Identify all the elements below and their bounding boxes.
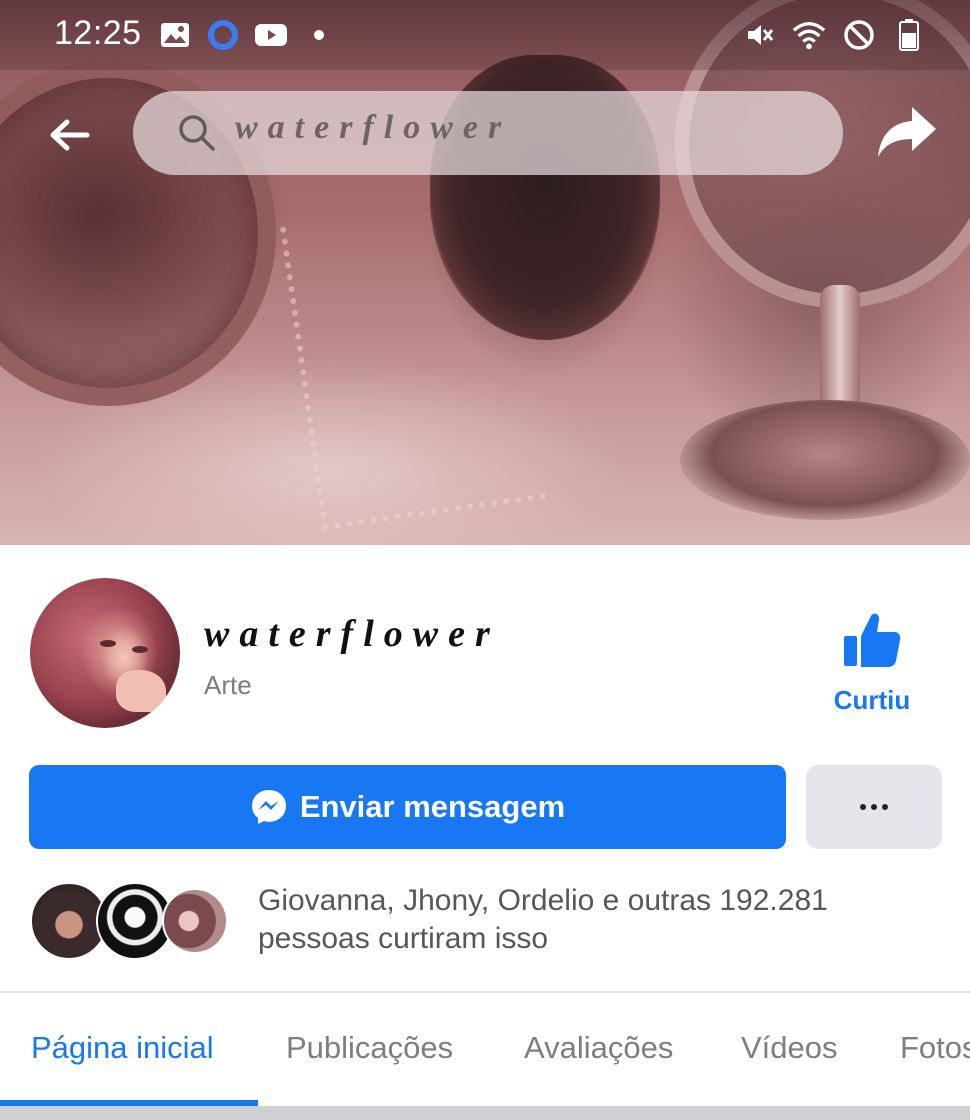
status-time: 12:25: [54, 14, 142, 52]
more-dots-icon: [860, 804, 888, 810]
divider: [0, 991, 970, 993]
avatar-eye-shape: [100, 640, 116, 647]
avatar-eye-shape: [132, 646, 148, 653]
tab-home[interactable]: Página inicial: [31, 1030, 214, 1066]
status-bar: 12:25: [0, 0, 970, 70]
messenger-icon: [251, 790, 286, 824]
likes-summary[interactable]: Giovanna, Jhony, Ordelio e outras 192.28…: [258, 882, 918, 958]
wifi-icon: [792, 18, 826, 52]
thumbs-up-icon: [844, 613, 901, 667]
send-message-label: Enviar mensagem: [299, 789, 566, 824]
share-icon: [878, 107, 936, 157]
search-input-text[interactable]: waterflower: [235, 109, 511, 147]
mute-icon: [742, 18, 776, 52]
tab-reviews[interactable]: Avaliações: [524, 1030, 673, 1066]
status-right-icons: [742, 18, 926, 52]
liked-button[interactable]: Curtiu: [820, 610, 924, 720]
send-message-button[interactable]: Enviar mensagem: [29, 765, 786, 849]
page-title: waterflower: [204, 613, 500, 655]
youtube-icon: [254, 18, 288, 52]
status-left-icons: [158, 18, 336, 52]
circle-app-icon: [206, 18, 240, 52]
friend-avatars[interactable]: [30, 882, 230, 960]
friend-avatar[interactable]: [162, 888, 228, 954]
page-avatar[interactable]: [30, 578, 180, 728]
search-icon: [177, 113, 217, 153]
do-not-disturb-icon: [842, 18, 876, 52]
back-button[interactable]: [44, 110, 94, 160]
share-button[interactable]: [872, 100, 942, 164]
tab-videos[interactable]: Vídeos: [741, 1030, 838, 1066]
back-arrow-icon: [50, 119, 90, 151]
liked-label: Curtiu: [833, 685, 911, 715]
page-category: Arte: [204, 670, 252, 700]
avatar-hand-shape: [116, 670, 166, 712]
tab-posts[interactable]: Publicações: [286, 1030, 453, 1066]
search-bar[interactable]: waterflower: [133, 91, 843, 175]
more-options-button[interactable]: [806, 765, 942, 849]
content-area-edge: [0, 1106, 970, 1120]
cover-photo[interactable]: [0, 0, 970, 545]
gallery-icon: [158, 18, 192, 52]
battery-icon: [892, 18, 926, 52]
cover-mirror-base-shape: [680, 400, 970, 520]
tab-photos[interactable]: Fotos: [900, 1030, 970, 1066]
page-tabs: Página inicial Publicações Avaliações Ví…: [0, 994, 970, 1108]
notification-dot-icon: [302, 18, 336, 52]
